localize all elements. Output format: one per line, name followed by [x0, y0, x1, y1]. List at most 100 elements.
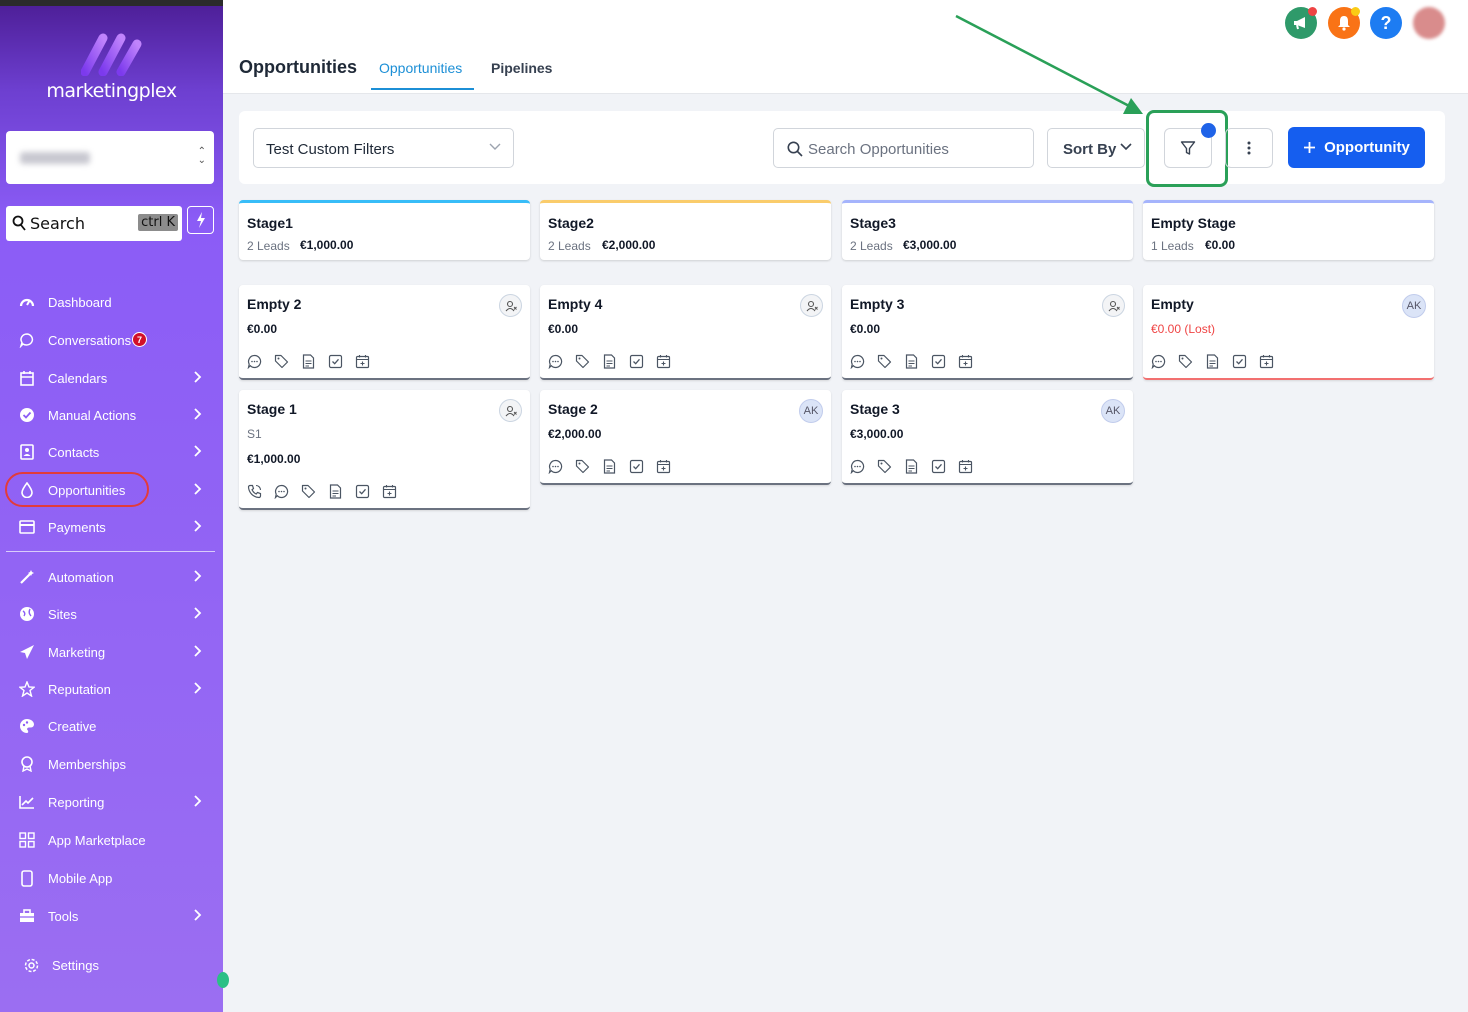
chevron-right-icon [194, 444, 202, 460]
sidebar-item-conversations[interactable]: Conversations 7 [0, 325, 223, 355]
message-icon[interactable] [850, 459, 865, 474]
note-icon[interactable] [1205, 354, 1220, 369]
task-icon[interactable] [328, 354, 343, 369]
more-vertical-icon [1247, 141, 1251, 155]
opportunity-card[interactable]: Stage 3 AK €3,000.00 [842, 390, 1133, 485]
opportunity-card[interactable]: Empty 3 €0.00 [842, 285, 1133, 380]
toolbox-icon [18, 908, 35, 925]
task-icon[interactable] [931, 459, 946, 474]
assignee-avatar[interactable]: AK [1101, 399, 1125, 423]
sidebar-item-tools[interactable]: Tools [0, 901, 223, 931]
sidebar-item-manual-actions[interactable]: Manual Actions [0, 400, 223, 430]
note-icon[interactable] [602, 354, 617, 369]
add-opportunity-button[interactable]: Opportunity [1288, 127, 1425, 168]
toolbar: Test Custom Filters Search Opportunities… [239, 110, 1445, 187]
user-unassigned-icon [1108, 300, 1120, 311]
payments-icon [18, 519, 35, 536]
appointment-icon[interactable] [958, 459, 973, 474]
sidebar-item-sites[interactable]: Sites [0, 599, 223, 629]
appointment-icon[interactable] [656, 354, 671, 369]
quick-actions-button[interactable] [187, 206, 214, 234]
appointment-icon[interactable] [355, 354, 370, 369]
note-icon[interactable] [301, 354, 316, 369]
announcements-button[interactable] [1285, 7, 1317, 39]
tag-icon[interactable] [274, 354, 289, 369]
task-icon[interactable] [355, 484, 370, 499]
sidebar-item-label: Automation [48, 569, 114, 585]
message-icon[interactable] [247, 354, 262, 369]
help-button[interactable]: ? [1370, 7, 1402, 39]
sidebar-item-calendars[interactable]: Calendars [0, 363, 223, 393]
message-icon[interactable] [548, 459, 563, 474]
sidebar-item-app-marketplace[interactable]: App Marketplace [0, 825, 223, 855]
sidebar-item-marketing[interactable]: Marketing [0, 637, 223, 667]
appointment-icon[interactable] [382, 484, 397, 499]
sidebar-item-contacts[interactable]: Contacts [0, 437, 223, 467]
phone-icon[interactable] [247, 484, 262, 499]
appointment-icon[interactable] [958, 354, 973, 369]
search-opportunities-input[interactable]: Search Opportunities [773, 128, 1034, 168]
sidebar-item-reputation[interactable]: Reputation [0, 674, 223, 704]
tag-icon[interactable] [877, 459, 892, 474]
annotation-arrow [955, 14, 1143, 114]
task-icon[interactable] [629, 354, 644, 369]
note-icon[interactable] [328, 484, 343, 499]
stage-leads-count: 2 Leads [548, 239, 591, 253]
message-icon[interactable] [1151, 354, 1166, 369]
sidebar-search[interactable]: Search ctrl K [6, 206, 182, 241]
note-icon[interactable] [904, 354, 919, 369]
tag-icon[interactable] [1178, 354, 1193, 369]
message-icon[interactable] [548, 354, 563, 369]
stage-name: Empty Stage [1151, 215, 1236, 231]
appointment-icon[interactable] [656, 459, 671, 474]
tag-icon[interactable] [877, 354, 892, 369]
message-icon[interactable] [274, 484, 289, 499]
assignee-avatar[interactable]: AK [1402, 294, 1426, 318]
opportunity-card[interactable]: Empty 2 €0.00 [239, 285, 530, 380]
pipeline-select[interactable]: Test Custom Filters [253, 128, 514, 168]
sidebar-item-creative[interactable]: Creative [0, 711, 223, 741]
assign-user-button[interactable] [1102, 294, 1125, 317]
opportunity-card[interactable]: Empty 4 €0.00 [540, 285, 831, 380]
sidebar-item-mobile-app[interactable]: Mobile App [0, 863, 223, 893]
opportunity-card[interactable]: Empty AK €0.00 (Lost) [1143, 285, 1434, 380]
assign-user-button[interactable] [499, 399, 522, 422]
note-icon[interactable] [602, 459, 617, 474]
page-header: Opportunities Opportunities Pipelines ? [223, 0, 1468, 94]
user-avatar[interactable] [1413, 7, 1445, 39]
sidebar-item-settings[interactable]: Settings [0, 950, 223, 980]
task-icon[interactable] [629, 459, 644, 474]
sidebar-item-automation[interactable]: Automation [0, 562, 223, 592]
sidebar-item-payments[interactable]: Payments [0, 512, 223, 542]
appointment-icon[interactable] [1259, 354, 1274, 369]
sidebar-item-opportunities[interactable]: Opportunities [0, 475, 223, 505]
task-icon[interactable] [1232, 354, 1247, 369]
message-icon[interactable] [850, 354, 865, 369]
assign-user-button[interactable] [800, 294, 823, 317]
sidebar-item-dashboard[interactable]: Dashboard [0, 287, 223, 317]
note-icon[interactable] [904, 459, 919, 474]
brand-logo[interactable]: marketingplex [0, 32, 223, 102]
card-actions [548, 354, 671, 369]
account-switcher[interactable]: ⌃ ⌄ [6, 131, 214, 184]
opportunity-card[interactable]: Stage 2 AK €2,000.00 [540, 390, 831, 485]
more-options-button[interactable] [1225, 128, 1273, 168]
tab-opportunities[interactable]: Opportunities [379, 60, 462, 76]
tag-icon[interactable] [575, 354, 590, 369]
task-icon[interactable] [931, 354, 946, 369]
tab-pipelines[interactable]: Pipelines [491, 60, 552, 76]
opportunity-card[interactable]: Stage 1 S1 €1,000.00 [239, 390, 530, 510]
globe-icon [18, 606, 35, 623]
assignee-avatar[interactable]: AK [799, 399, 823, 423]
sidebar-item-label: Mobile App [48, 870, 113, 886]
notifications-button[interactable] [1328, 7, 1360, 39]
sort-by-button[interactable]: Sort By [1047, 128, 1145, 168]
sidebar-item-reporting[interactable]: Reporting [0, 787, 223, 817]
sidebar-item-label: Reporting [48, 794, 105, 810]
tag-icon[interactable] [575, 459, 590, 474]
assign-user-button[interactable] [499, 294, 522, 317]
tag-icon[interactable] [301, 484, 316, 499]
sidebar-item-label: Payments [48, 519, 106, 535]
sidebar-item-memberships[interactable]: Memberships [0, 749, 223, 779]
add-opportunity-label: Opportunity [1324, 139, 1410, 156]
